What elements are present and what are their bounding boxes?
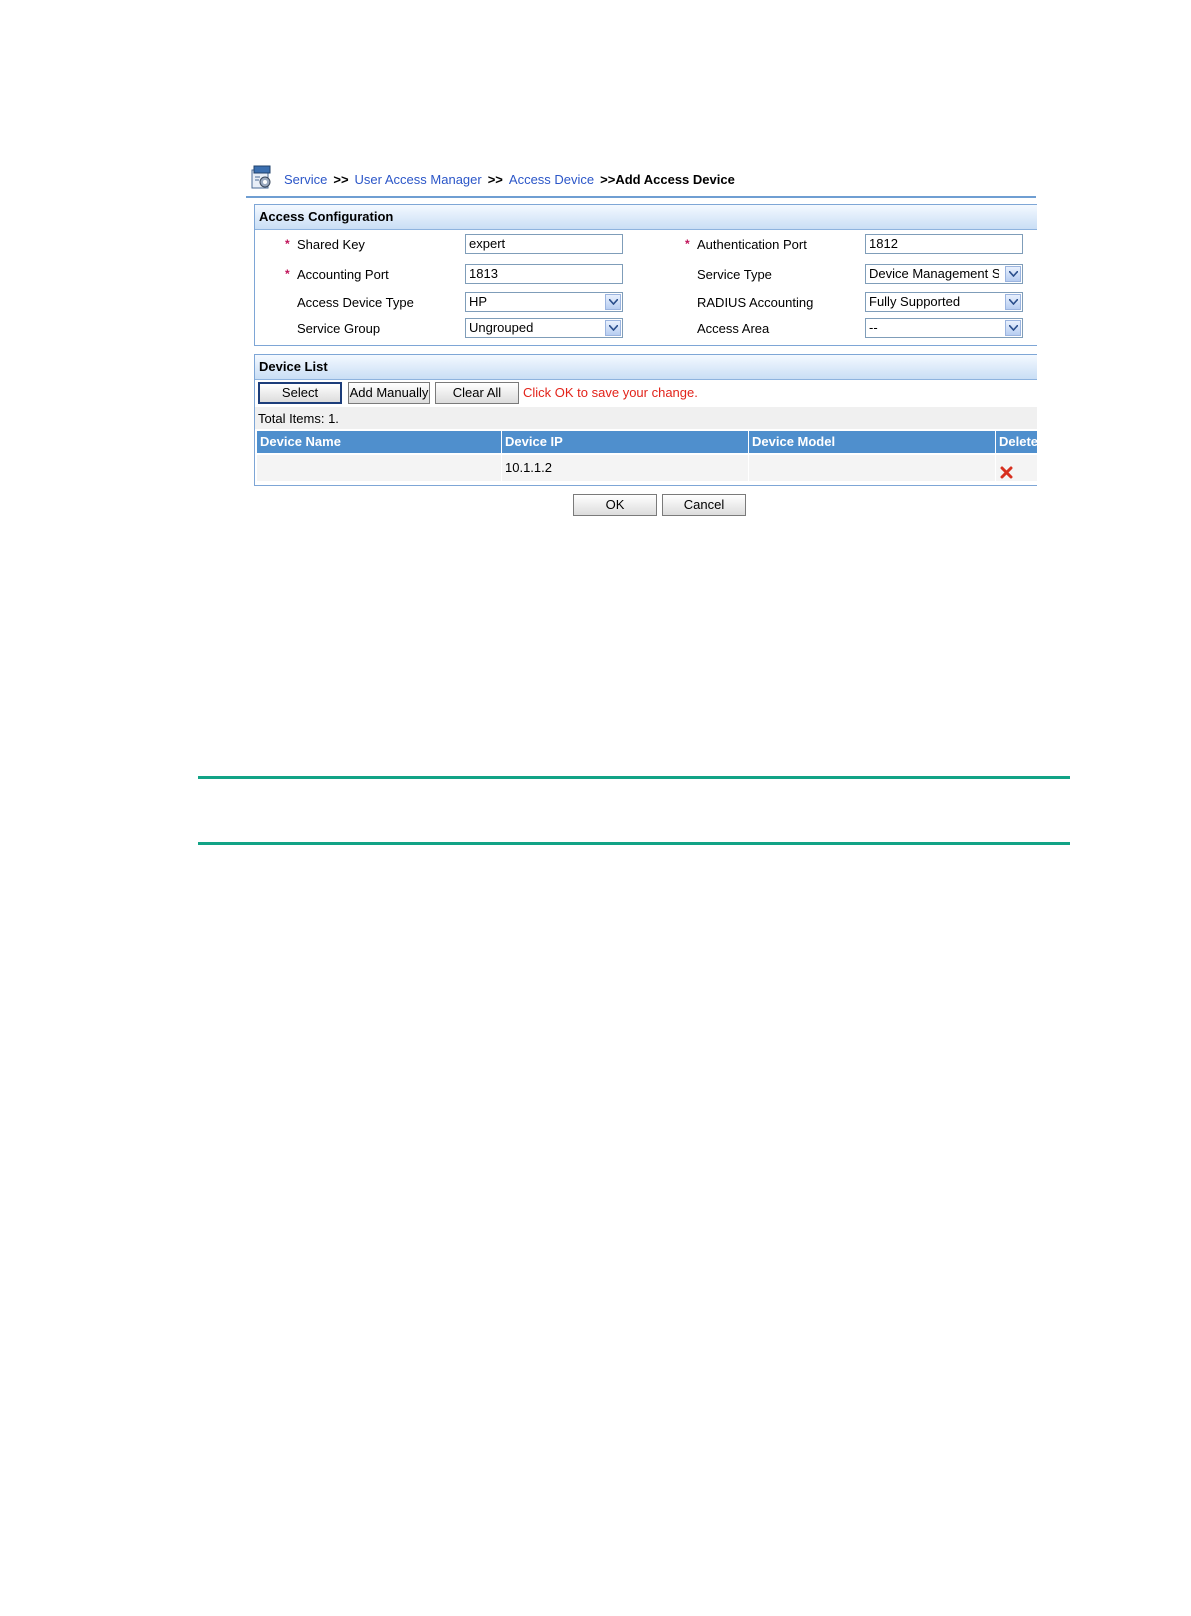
panel-title: Access Configuration (255, 205, 1037, 230)
shared-key-label: Shared Key (297, 237, 365, 252)
service-group-value: Ungrouped (469, 320, 534, 335)
access-device-type-select[interactable]: HP (465, 292, 623, 312)
breadcrumb-separator: >> (333, 172, 349, 187)
breadcrumb-divider (246, 196, 1036, 198)
cancel-button[interactable]: Cancel (662, 494, 746, 516)
ok-button[interactable]: OK (573, 494, 657, 516)
required-marker: * (285, 267, 290, 281)
breadcrumb-link-access-device[interactable]: Access Device (509, 172, 594, 187)
breadcrumb-separator: >> (600, 172, 616, 187)
access-configuration-panel: Access Configuration * Shared Key expert… (254, 204, 1037, 346)
device-name-cell (257, 455, 502, 481)
add-access-device-page: Service >> User Access Manager >> Access Dev… (0, 0, 1191, 1616)
column-header-device-name[interactable]: Device Name (257, 431, 502, 453)
radius-accounting-value: Fully Supported (869, 294, 961, 309)
access-area-value: -- (869, 320, 878, 335)
panel-title: Device List (255, 355, 1037, 380)
device-model-cell (749, 455, 996, 481)
accounting-port-input[interactable]: 1813 (465, 264, 623, 284)
select-button[interactable]: Select (258, 382, 342, 404)
required-marker: * (285, 237, 290, 251)
access-device-type-label: Access Device Type (297, 295, 414, 310)
clear-all-button[interactable]: Clear All (435, 382, 519, 404)
breadcrumb-link-user-access-manager[interactable]: User Access Manager (355, 172, 482, 187)
table-row: 10.1.1.2 (257, 455, 1037, 481)
breadcrumb: Service >> User Access Manager >> Access Dev… (246, 160, 1036, 196)
breadcrumb-current: Add Access Device (615, 172, 735, 187)
service-group-select[interactable]: Ungrouped (465, 318, 623, 338)
delete-cell (996, 455, 1037, 481)
column-header-delete: Delete (996, 431, 1037, 453)
access-device-type-value: HP (469, 294, 488, 309)
chevron-down-icon[interactable] (1005, 294, 1021, 310)
service-group-label: Service Group (297, 321, 381, 336)
authentication-port-label: Authentication Port (697, 237, 807, 252)
total-items-bar: Total Items: 1. (255, 407, 1037, 429)
column-header-device-ip[interactable]: Device IP (502, 431, 749, 453)
service-type-label: Service Type (697, 267, 772, 282)
accounting-port-label: Accounting Port (297, 267, 389, 282)
chevron-down-icon[interactable] (605, 294, 621, 310)
breadcrumb-trail: Service >> User Access Manager >> Access Dev… (284, 172, 735, 187)
chevron-down-icon[interactable] (1005, 320, 1021, 336)
service-settings-icon (250, 164, 274, 190)
chevron-down-icon[interactable] (1005, 266, 1021, 282)
chevron-down-icon[interactable] (605, 320, 621, 336)
device-list-panel: Device List Select Add Manually Clear Al… (254, 354, 1037, 486)
column-header-device-model[interactable]: Device Model (749, 431, 996, 453)
device-table-header: Device Name Device IP Device Model Delet… (257, 431, 1037, 453)
radius-accounting-select[interactable]: Fully Supported (865, 292, 1023, 312)
save-hint-text: Click OK to save your change. (523, 385, 698, 400)
radius-accounting-label: RADIUS Accounting (697, 295, 814, 310)
breadcrumb-link-service[interactable]: Service (284, 172, 327, 187)
access-area-select[interactable]: -- (865, 318, 1023, 338)
required-marker: * (685, 237, 690, 251)
access-area-label: Access Area (697, 321, 770, 336)
section-divider-top (198, 776, 1070, 779)
breadcrumb-separator: >> (487, 172, 503, 187)
delete-x-icon[interactable] (1000, 462, 1013, 488)
authentication-port-input[interactable]: 1812 (865, 234, 1023, 254)
total-items-text: Total Items: 1. (258, 411, 339, 426)
service-type-value: Device Management S (869, 266, 999, 281)
shared-key-input[interactable]: expert (465, 234, 623, 254)
device-ip-cell: 10.1.1.2 (502, 455, 749, 481)
section-divider-bottom (198, 842, 1070, 845)
add-manually-button[interactable]: Add Manually (348, 382, 430, 404)
service-type-select[interactable]: Device Management S (865, 264, 1023, 284)
